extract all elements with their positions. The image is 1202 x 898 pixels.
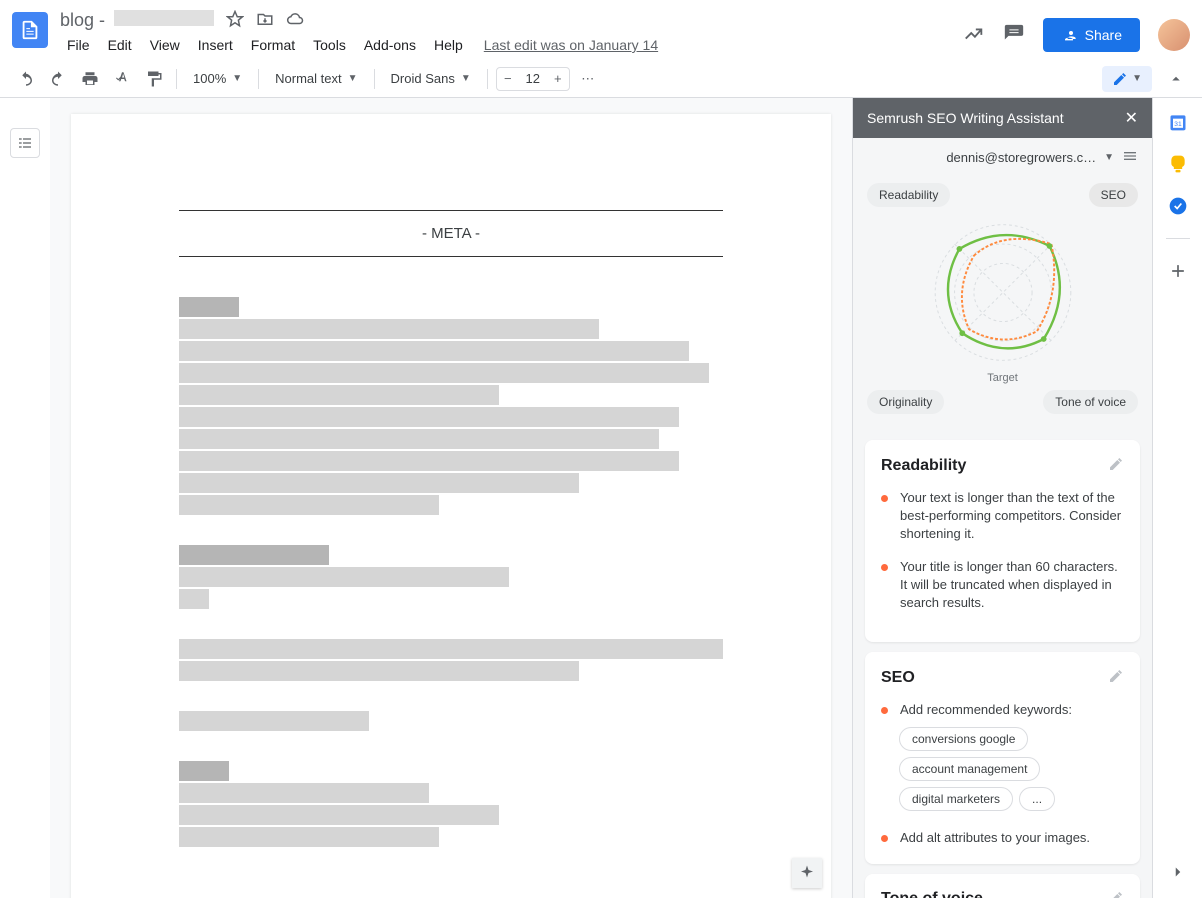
title-area: blog - File Edit View Insert Format Tool… xyxy=(60,8,963,58)
toolbar: 100%▼ Normal text▼ Droid Sans▼ − 12 + ⋯ … xyxy=(0,60,1202,98)
keep-icon[interactable] xyxy=(1168,154,1188,174)
keyword-chip[interactable]: account management xyxy=(899,757,1040,781)
radar-label-tone[interactable]: Tone of voice xyxy=(1043,390,1138,414)
font-size-control[interactable]: − 12 + xyxy=(496,67,570,91)
font-size-decrease[interactable]: − xyxy=(497,71,519,86)
editing-mode-button[interactable]: ▼ xyxy=(1102,66,1152,92)
meta-heading: - META - xyxy=(179,210,723,257)
print-button[interactable] xyxy=(76,65,104,93)
menu-edit[interactable]: Edit xyxy=(101,33,139,57)
font-dropdown[interactable]: Droid Sans▼ xyxy=(383,67,479,90)
share-button[interactable]: Share xyxy=(1043,18,1140,52)
hide-panel-button[interactable] xyxy=(1162,65,1190,93)
app-header: blog - File Edit View Insert Format Tool… xyxy=(0,0,1202,60)
explore-button[interactable] xyxy=(792,858,822,888)
radar-chart xyxy=(923,215,1083,370)
panel-menu-icon[interactable] xyxy=(1122,148,1138,167)
redacted-content xyxy=(179,545,723,609)
panel-title: Semrush SEO Writing Assistant xyxy=(867,110,1064,126)
keyword-chip[interactable]: conversions google xyxy=(899,727,1028,751)
menu-tools[interactable]: Tools xyxy=(306,33,353,57)
user-avatar[interactable] xyxy=(1158,19,1190,51)
panel-header: Semrush SEO Writing Assistant ✕ xyxy=(853,98,1152,138)
header-right: Share xyxy=(963,18,1190,52)
menu-insert[interactable]: Insert xyxy=(191,33,240,57)
outline-rail xyxy=(0,98,50,898)
radar-label-originality[interactable]: Originality xyxy=(867,390,944,414)
document-page[interactable]: - META - xyxy=(71,114,831,898)
redacted-content xyxy=(179,761,723,847)
menu-file[interactable]: File xyxy=(60,33,97,57)
star-icon[interactable] xyxy=(226,10,244,31)
redacted-content xyxy=(179,297,723,515)
last-edit-link[interactable]: Last edit was on January 14 xyxy=(484,37,658,53)
keyword-chip-more[interactable]: ... xyxy=(1019,787,1055,811)
spellcheck-button[interactable] xyxy=(108,65,136,93)
radar-label-readability[interactable]: Readability xyxy=(867,183,950,207)
bullet-icon xyxy=(881,835,888,842)
user-email: dennis@storegrowers.c… xyxy=(946,150,1096,165)
chevron-down-icon[interactable]: ▼ xyxy=(1104,152,1114,163)
card-title: Readability xyxy=(881,457,966,475)
panel-user-row: dennis@storegrowers.c… ▼ xyxy=(853,138,1152,177)
readability-card: Readability Your text is longer than the… xyxy=(865,440,1140,642)
seo-tip: Add recommended keywords: xyxy=(900,701,1072,719)
readability-tip: Your text is longer than the text of the… xyxy=(900,489,1124,544)
font-size-increase[interactable]: + xyxy=(547,71,569,86)
radar-label-seo[interactable]: SEO xyxy=(1089,183,1138,207)
trend-icon[interactable] xyxy=(963,23,985,48)
tasks-icon[interactable] xyxy=(1168,196,1188,216)
tone-card: Tone of voice xyxy=(865,874,1140,898)
seo-card: SEO Add recommended keywords: conversion… xyxy=(865,652,1140,863)
pencil-icon[interactable] xyxy=(1108,668,1124,687)
zoom-dropdown[interactable]: 100%▼ xyxy=(185,67,250,90)
menu-format[interactable]: Format xyxy=(244,33,302,57)
redo-button[interactable] xyxy=(44,65,72,93)
paint-format-button[interactable] xyxy=(140,65,168,93)
menubar: File Edit View Insert Format Tools Add-o… xyxy=(60,32,963,58)
docs-logo[interactable] xyxy=(12,12,48,48)
outline-toggle-button[interactable] xyxy=(10,128,40,158)
menu-view[interactable]: View xyxy=(143,33,187,57)
card-title: Tone of voice xyxy=(881,890,983,898)
bullet-icon xyxy=(881,707,888,714)
document-title[interactable]: blog - xyxy=(60,10,214,31)
keyword-chip[interactable]: digital marketers xyxy=(899,787,1013,811)
add-addon-icon[interactable] xyxy=(1168,261,1188,281)
pencil-icon[interactable] xyxy=(1108,456,1124,475)
radar-chart-zone: Readability SEO xyxy=(853,177,1152,430)
collapse-rail-icon[interactable] xyxy=(1169,863,1187,884)
move-icon[interactable] xyxy=(256,10,274,31)
redacted-content xyxy=(179,711,723,731)
bullet-icon xyxy=(881,564,888,571)
cloud-icon[interactable] xyxy=(286,10,304,31)
card-title: SEO xyxy=(881,669,915,687)
pencil-icon[interactable] xyxy=(1108,890,1124,898)
font-size-value[interactable]: 12 xyxy=(519,71,547,86)
svg-text:31: 31 xyxy=(1174,121,1182,128)
addon-sidebar: Semrush SEO Writing Assistant ✕ dennis@s… xyxy=(852,98,1152,898)
calendar-icon[interactable]: 31 xyxy=(1168,112,1188,132)
comments-icon[interactable] xyxy=(1003,23,1025,48)
right-rail: 31 xyxy=(1152,98,1202,898)
main-area: - META - xyxy=(0,98,1202,898)
readability-tip: Your title is longer than 60 characters.… xyxy=(900,558,1124,613)
more-tools-button[interactable]: ⋯ xyxy=(574,65,602,93)
style-dropdown[interactable]: Normal text▼ xyxy=(267,67,365,90)
close-icon[interactable]: ✕ xyxy=(1125,108,1138,128)
bullet-icon xyxy=(881,495,888,502)
menu-help[interactable]: Help xyxy=(427,33,470,57)
seo-tip: Add alt attributes to your images. xyxy=(900,829,1090,847)
document-canvas[interactable]: - META - xyxy=(50,98,852,898)
radar-target-label: Target xyxy=(867,372,1138,384)
redacted-content xyxy=(179,639,723,681)
undo-button[interactable] xyxy=(12,65,40,93)
menu-addons[interactable]: Add-ons xyxy=(357,33,423,57)
